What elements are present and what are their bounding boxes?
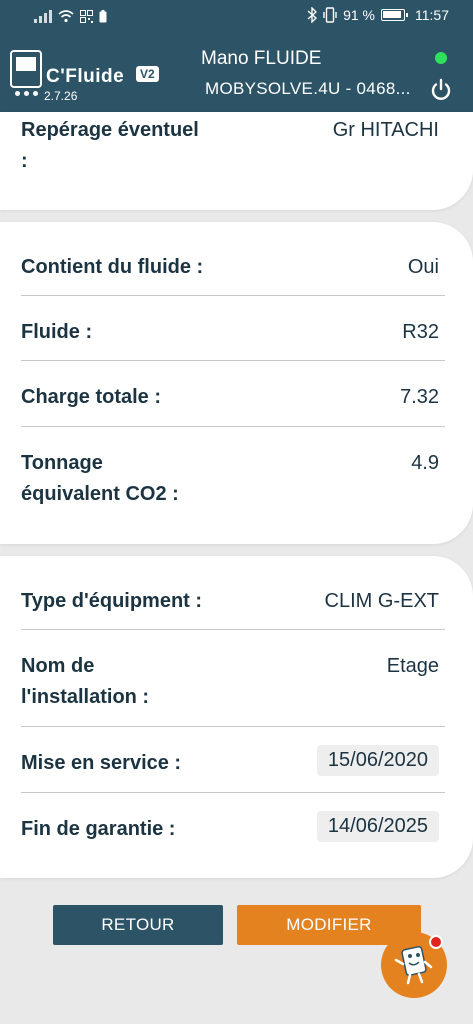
field-value: Oui <box>407 256 439 278</box>
divider <box>21 792 445 793</box>
field-value: Etage <box>386 655 439 677</box>
battery-percent: 91 % <box>343 7 375 23</box>
divider <box>21 426 445 427</box>
battery-icon <box>381 9 408 21</box>
divider <box>21 295 445 296</box>
divider <box>21 360 445 361</box>
qr-icon <box>80 9 93 23</box>
signal-icon <box>34 9 52 23</box>
logo-dots-icon <box>15 91 38 96</box>
card-equipment: Type d'équipment : CLIM G-EXT Nom de l'i… <box>0 556 473 878</box>
field-label: Tonnage équivalent CO2 : <box>21 448 179 510</box>
field-label: Type d'équipment : <box>21 590 203 612</box>
date-chip: 14/06/2025 <box>316 811 439 842</box>
status-left <box>34 9 107 23</box>
card-location: Repérage éventuel : Gr HITACHI <box>0 112 473 210</box>
field-label-line2: l'installation : <box>21 686 150 708</box>
status-bar: 91 % 11:57 <box>0 0 473 34</box>
field-value: 4.9 <box>411 452 439 474</box>
device-id: MOBYSOLVE.4U - 0468... <box>205 79 411 98</box>
battery-small-icon <box>99 9 107 22</box>
connection-status-icon <box>435 52 447 64</box>
app-version: 2.7.26 <box>44 89 78 103</box>
field-label-line2: équivalent CO2 : <box>21 483 179 505</box>
field-label-line2: : <box>21 150 28 172</box>
wifi-icon <box>58 10 74 23</box>
field-label: Nom de l'installation : <box>21 651 149 713</box>
date-chip: 15/06/2020 <box>316 745 439 776</box>
field-label-line1: Repérage éventuel <box>21 119 199 141</box>
field-label: Fluide : <box>21 321 93 343</box>
vibrate-icon <box>323 7 337 23</box>
card-fluid: Contient du fluide : Oui Fluide : R32 Ch… <box>0 222 473 544</box>
divider <box>21 629 445 630</box>
app-version-badge: V2 <box>136 66 159 82</box>
divider <box>21 726 445 727</box>
app-header: C'Fluide V2 2.7.26 Mano FLUIDE MOBYSOLVE… <box>0 34 473 112</box>
field-label-line1: Tonnage <box>21 452 103 474</box>
field-value: Gr HITACHI <box>332 119 439 141</box>
notification-badge <box>429 935 443 949</box>
device-name: Mano FLUIDE <box>201 48 322 69</box>
field-label: Fin de garantie : <box>21 818 176 840</box>
app-logo: C'Fluide V2 2.7.26 <box>10 46 170 103</box>
field-label: Mise en service : <box>21 752 182 774</box>
clock: 11:57 <box>415 7 449 23</box>
field-value: CLIM G-EXT <box>324 590 439 612</box>
field-label: Charge totale : <box>21 386 162 408</box>
back-button[interactable]: RETOUR <box>53 905 223 945</box>
field-value: R32 <box>402 321 439 343</box>
field-value: 7.32 <box>400 386 439 408</box>
app-name: C'Fluide <box>46 66 125 87</box>
status-right: 91 % 11:57 <box>307 7 449 23</box>
logo-device-icon <box>10 50 42 88</box>
bluetooth-icon <box>307 7 318 23</box>
field-label-line1: Nom de <box>21 655 95 677</box>
field-label: Contient du fluide : <box>21 256 204 278</box>
power-icon[interactable] <box>429 78 453 102</box>
field-label: Repérage éventuel : <box>21 115 199 177</box>
